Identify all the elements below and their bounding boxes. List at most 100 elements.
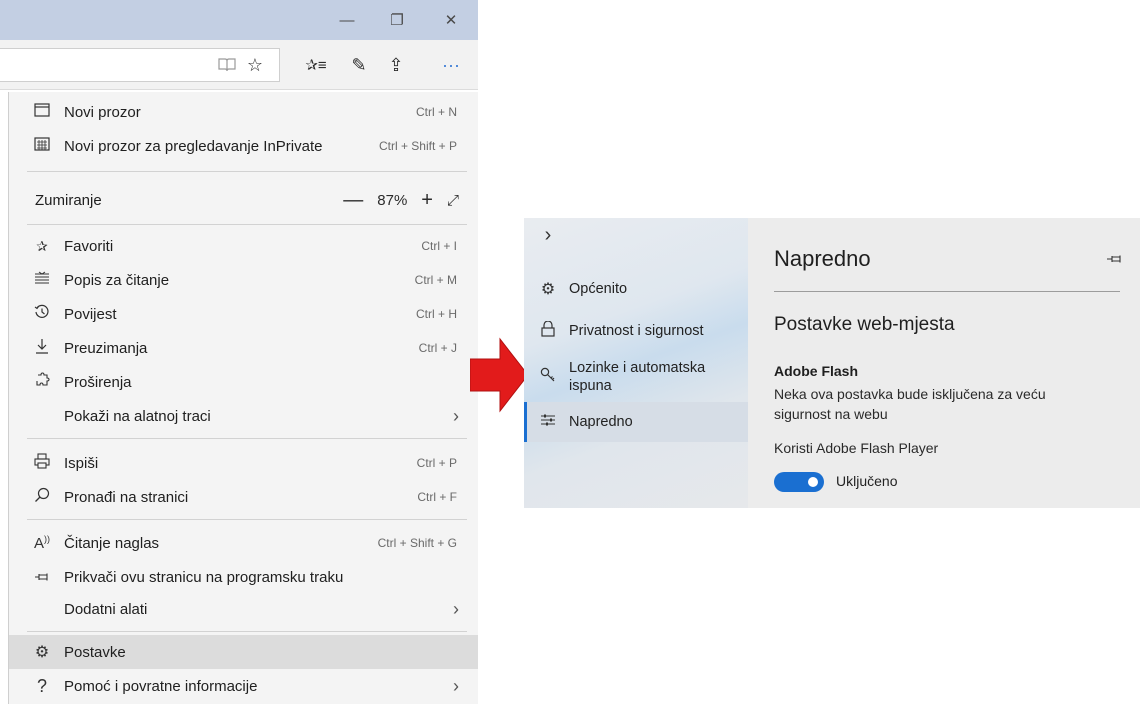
menu-item-label: Dodatni alati xyxy=(64,600,148,618)
flash-toggle-label: Koristi Adobe Flash Player xyxy=(774,440,939,456)
menu-item-history[interactable]: Povijest Ctrl + H xyxy=(9,297,478,331)
menu-item-new-inprivate[interactable]: Novi prozor za pregledavanje InPrivate C… xyxy=(9,129,478,163)
flash-description: Neka ova postavka bude isključena za već… xyxy=(774,386,1046,422)
restore-icon: ❐ xyxy=(390,12,404,29)
menu-item-label: Prikvači ovu stranicu na programsku trak… xyxy=(64,568,344,586)
chevron-right-icon: › xyxy=(453,675,459,696)
sidebar-item-general[interactable]: ⚙ Općenito xyxy=(524,274,748,304)
menu-item-extensions[interactable]: Proširenja xyxy=(9,365,478,399)
menu-separator xyxy=(27,438,467,439)
shortcut-text: Ctrl + Shift + G xyxy=(377,536,457,550)
menu-item-new-window[interactable]: Novi prozor Ctrl + N xyxy=(9,95,478,129)
window-icon xyxy=(31,102,53,122)
menu-item-label: Pokaži na alatnoj traci xyxy=(64,407,211,425)
more-icon[interactable]: ··· xyxy=(438,52,464,78)
lock-icon xyxy=(538,319,558,342)
menu-separator xyxy=(27,224,467,225)
menu-item-label: Ispiši xyxy=(64,454,99,472)
menu-item-label: Proširenja xyxy=(64,373,132,391)
section-title: Postavke web-mjesta xyxy=(774,314,955,335)
web-note-icon[interactable]: ✎ xyxy=(346,52,372,78)
shortcut-text: Ctrl + F xyxy=(417,490,457,504)
menu-item-downloads[interactable]: Preuzimanja Ctrl + J xyxy=(9,331,478,365)
expand-sidebar-button[interactable]: › xyxy=(524,220,748,250)
close-button[interactable]: ✕ xyxy=(436,8,466,32)
toolbar: ☆ ✰≡ ✎ ⇪ ··· xyxy=(0,40,478,128)
menu-item-favorites[interactable]: ✰ Favoriti Ctrl + I xyxy=(9,229,478,263)
shortcut-text: Ctrl + J xyxy=(418,341,457,355)
more-menu: Novi prozor Ctrl + N Novi prozor za preg… xyxy=(8,92,478,704)
shortcut-text: Ctrl + M xyxy=(414,273,457,287)
sidebar-item-privacy[interactable]: Privatnost i sigurnost xyxy=(524,316,748,346)
key-icon xyxy=(538,367,558,388)
gear-icon: ⚙ xyxy=(540,281,556,298)
menu-item-label: Zumiranje xyxy=(35,191,102,209)
chevron-right-icon: › xyxy=(544,223,552,246)
toggle-state-label: Uključeno xyxy=(836,473,898,489)
pin-icon[interactable] xyxy=(1106,251,1124,267)
read-aloud-icon: A)) xyxy=(33,534,50,552)
menu-item-label: Preuzimanja xyxy=(64,339,148,357)
download-icon xyxy=(31,338,53,359)
panel-title: Napredno xyxy=(774,246,871,271)
chevron-right-icon: › xyxy=(453,405,459,426)
menu-item-show-in-toolbar[interactable]: Pokaži na alatnoj traci › xyxy=(9,399,478,433)
settings-content: Napredno Postavke web-mjesta Adobe Flash… xyxy=(748,218,1140,508)
menu-item-print[interactable]: Ispiši Ctrl + P xyxy=(9,446,478,480)
favorites-list-icon[interactable]: ✰≡ xyxy=(303,52,329,78)
shortcut-text: Ctrl + N xyxy=(415,105,457,119)
menu-item-more-tools[interactable]: Dodatni alati › xyxy=(9,592,478,626)
gear-icon: ⚙ xyxy=(34,644,50,661)
flash-toggle[interactable] xyxy=(774,472,824,492)
share-icon[interactable]: ⇪ xyxy=(383,52,409,78)
toggle-knob xyxy=(808,477,818,487)
history-icon xyxy=(31,304,53,325)
reading-list-icon xyxy=(31,271,53,290)
sidebar-item-label: Napredno xyxy=(569,414,633,430)
close-icon: ✕ xyxy=(444,12,458,29)
menu-separator xyxy=(27,171,467,172)
menu-item-label: Favoriti xyxy=(64,237,114,255)
menu-item-settings[interactable]: ⚙ Postavke xyxy=(9,635,478,669)
shortcut-text: Ctrl + Shift + P xyxy=(378,139,457,153)
menu-item-find[interactable]: Pronađi na stranici Ctrl + F xyxy=(9,480,478,514)
favorite-star-icon[interactable]: ☆ xyxy=(242,52,268,78)
menu-separator xyxy=(27,631,467,632)
menu-item-label: Povijest xyxy=(64,305,117,323)
restore-button[interactable]: ❐ xyxy=(382,8,412,32)
search-icon xyxy=(31,487,53,508)
settings-panel: › ⚙ Općenito Privatnost i sigurnost Lozi… xyxy=(524,218,1140,508)
menu-separator xyxy=(27,519,467,520)
pin-icon xyxy=(31,570,53,585)
menu-item-label: Postavke xyxy=(64,643,126,661)
divider xyxy=(774,291,1120,292)
extensions-icon xyxy=(31,371,53,393)
minimize-button[interactable]: — xyxy=(332,8,362,32)
inprivate-window-icon xyxy=(31,136,53,156)
shortcut-text: Ctrl + H xyxy=(415,307,457,321)
shortcut-text: Ctrl + I xyxy=(421,239,457,253)
sidebar-item-advanced[interactable]: Napredno xyxy=(524,402,748,442)
sidebar-item-passwords[interactable]: Lozinke i automatska ispuna xyxy=(524,356,748,398)
menu-item-reading-list[interactable]: Popis za čitanje Ctrl + M xyxy=(9,263,478,297)
menu-item-label: Popis za čitanje xyxy=(64,271,170,289)
flash-heading: Adobe Flash xyxy=(774,363,859,379)
menu-item-label: Čitanje naglas xyxy=(64,534,160,552)
menu-item-label: Novi prozor za pregledavanje InPrivate xyxy=(64,137,323,155)
zoom-controls: — 87% + ⤢ xyxy=(343,189,459,212)
title-bar: — ❐ ✕ xyxy=(0,0,478,40)
menu-item-label: Pomoć i povratne informacije xyxy=(64,677,258,695)
zoom-out-button[interactable]: — xyxy=(343,189,363,212)
shortcut-text: Ctrl + P xyxy=(416,456,457,470)
menu-item-label: Pronađi na stranici xyxy=(64,488,189,506)
sidebar-item-label: Privatnost i sigurnost xyxy=(569,323,704,339)
menu-item-read-aloud[interactable]: A)) Čitanje naglas Ctrl + Shift + G xyxy=(9,526,478,560)
menu-item-help[interactable]: ? Pomoć i povratne informacije › xyxy=(9,669,478,703)
chevron-right-icon: › xyxy=(453,598,459,619)
reading-view-icon[interactable] xyxy=(214,52,240,78)
menu-item-pin-taskbar[interactable]: Prikvači ovu stranicu na programsku trak… xyxy=(9,560,478,594)
settings-sidebar: › ⚙ Općenito Privatnost i sigurnost Lozi… xyxy=(524,218,748,508)
zoom-in-button[interactable]: + xyxy=(421,189,433,212)
minimize-icon: — xyxy=(339,11,355,29)
fullscreen-icon[interactable]: ⤢ xyxy=(447,192,459,209)
